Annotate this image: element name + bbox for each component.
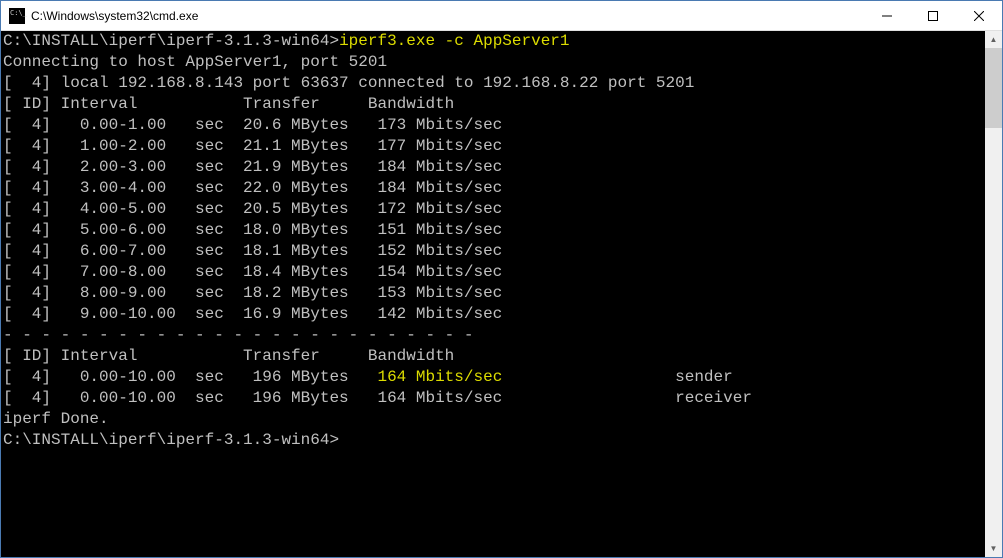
prompt: C:\INSTALL\iperf\iperf-3.1.3-win64>	[3, 32, 339, 50]
minimize-button[interactable]	[864, 1, 910, 31]
table-row: [ 4] 8.00-9.00 sec 18.2 MBytes 153 Mbits…	[3, 283, 985, 304]
title-bar[interactable]: C:\Windows\system32\cmd.exe	[1, 1, 1002, 31]
window-title: C:\Windows\system32\cmd.exe	[31, 9, 864, 23]
summary-row: [ 4] 0.00-10.00 sec 196 MBytes 164 Mbits…	[3, 388, 985, 409]
output-header: [ ID] Interval Transfer Bandwidth	[3, 346, 985, 367]
command-text: iperf3.exe -c AppServer1	[339, 32, 569, 50]
maximize-button[interactable]	[910, 1, 956, 31]
summary-row: [ 4] 0.00-10.00 sec 196 MBytes 164 Mbits…	[3, 367, 985, 388]
output-line: Connecting to host AppServer1, port 5201	[3, 52, 985, 73]
output-line: [ 4] local 192.168.8.143 port 63637 conn…	[3, 73, 985, 94]
output-line: C:\INSTALL\iperf\iperf-3.1.3-win64>iperf…	[3, 31, 985, 52]
chevron-down-icon: ▼	[990, 544, 998, 553]
table-row: [ 4] 6.00-7.00 sec 18.1 MBytes 152 Mbits…	[3, 241, 985, 262]
cmd-window: C:\Windows\system32\cmd.exe C:\INSTALL\i…	[0, 0, 1003, 558]
window-controls	[864, 1, 1002, 30]
prompt-line: C:\INSTALL\iperf\iperf-3.1.3-win64>	[3, 430, 985, 451]
terminal-output[interactable]: C:\INSTALL\iperf\iperf-3.1.3-win64>iperf…	[1, 31, 985, 557]
close-button[interactable]	[956, 1, 1002, 31]
chevron-up-icon: ▲	[990, 35, 998, 44]
scroll-down-button[interactable]: ▼	[985, 540, 1002, 557]
terminal-area: C:\INSTALL\iperf\iperf-3.1.3-win64>iperf…	[1, 31, 1002, 557]
table-row: [ 4] 9.00-10.00 sec 16.9 MBytes 142 Mbit…	[3, 304, 985, 325]
output-header: [ ID] Interval Transfer Bandwidth	[3, 94, 985, 115]
table-row: [ 4] 3.00-4.00 sec 22.0 MBytes 184 Mbits…	[3, 178, 985, 199]
cmd-icon	[9, 8, 25, 24]
output-divider: - - - - - - - - - - - - - - - - - - - - …	[3, 325, 985, 346]
table-row: [ 4] 0.00-1.00 sec 20.6 MBytes 173 Mbits…	[3, 115, 985, 136]
scroll-thumb[interactable]	[985, 48, 1002, 128]
table-row: [ 4] 4.00-5.00 sec 20.5 MBytes 172 Mbits…	[3, 199, 985, 220]
table-row: [ 4] 7.00-8.00 sec 18.4 MBytes 154 Mbits…	[3, 262, 985, 283]
table-row: [ 4] 5.00-6.00 sec 18.0 MBytes 151 Mbits…	[3, 220, 985, 241]
output-line: iperf Done.	[3, 409, 985, 430]
table-row: [ 4] 2.00-3.00 sec 21.9 MBytes 184 Mbits…	[3, 157, 985, 178]
scroll-up-button[interactable]: ▲	[985, 31, 1002, 48]
vertical-scrollbar[interactable]: ▲ ▼	[985, 31, 1002, 557]
table-row: [ 4] 1.00-2.00 sec 21.1 MBytes 177 Mbits…	[3, 136, 985, 157]
bandwidth-highlight: 164 Mbits/sec	[377, 368, 502, 386]
